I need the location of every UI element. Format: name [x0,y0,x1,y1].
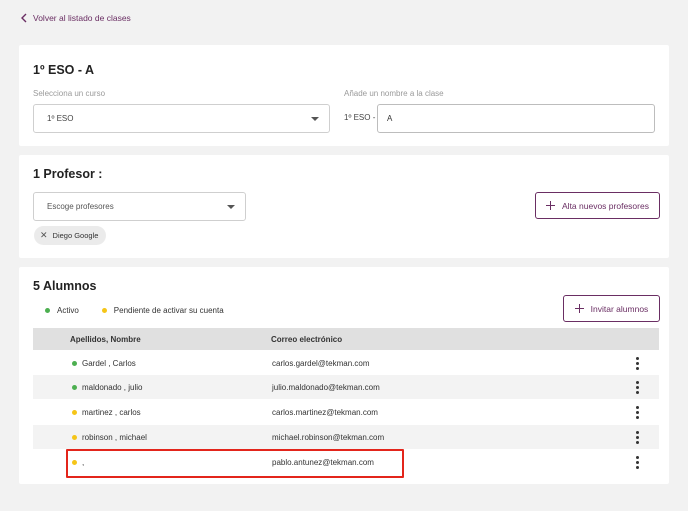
add-teachers-button[interactable]: Alta nuevos profesores [535,192,660,219]
class-name-input[interactable] [377,104,655,133]
students-title: 5 Alumnos [33,279,97,293]
add-teachers-label: Alta nuevos profesores [562,200,649,211]
students-card: 5 Alumnos Activo Pendiente de activar su… [19,267,669,484]
student-email: pablo.antunez@tekman.com [272,458,374,467]
student-email: carlos.martinez@tekman.com [272,408,378,417]
course-select-value: 1º ESO [47,114,74,123]
teachers-select[interactable]: Escoge profesores [33,192,246,221]
more-options-icon[interactable] [635,456,639,469]
course-select[interactable]: 1º ESO [33,104,330,133]
more-options-icon[interactable] [635,381,639,394]
class-name-label: Añade un nombre a la clase [344,89,444,98]
close-icon[interactable]: ✕ [40,231,48,240]
column-header-email: Correo electrónico [271,335,343,344]
class-title: 1º ESO - A [33,63,95,77]
chevron-left-icon [21,13,27,23]
back-link[interactable]: Volver al listado de clases [21,13,131,23]
teacher-chip-label: Diego Google [52,231,99,240]
student-name: , [82,458,85,467]
student-name: martinez , carlos [82,408,141,417]
student-email: carlos.gardel@tekman.com [272,359,370,368]
legend-active-dot [45,308,50,313]
student-name: Gardel , Carlos [82,359,136,368]
invite-students-label: Invitar alumnos [590,303,649,314]
student-name: maldonado , julio [82,383,143,392]
table-row: Gardel , Carlos carlos.gardel@tekman.com [33,351,659,375]
caret-down-icon [227,204,235,209]
teachers-card: 1 Profesor : Escoge profesores Alta nuev… [19,155,669,258]
status-dot [72,385,77,390]
legend-pending-label: Pendiente de activar su cuenta [113,306,224,315]
student-name: robinson , michael [82,433,147,442]
status-dot [72,435,77,440]
students-table-header: Apellidos, Nombre Correo electrónico [33,328,659,350]
teachers-title: 1 Profesor : [33,167,103,181]
student-email: julio.maldonado@tekman.com [272,383,380,392]
student-email: michael.robinson@tekman.com [272,433,385,442]
column-header-name: Apellidos, Nombre [70,335,141,344]
back-link-label: Volver al listado de clases [33,13,131,23]
table-row: martinez , carlos carlos.martinez@tekman… [33,400,659,424]
course-label: Selecciona un curso [33,89,106,98]
class-name-prefix: 1º ESO - [344,113,376,122]
teachers-select-placeholder: Escoge profesores [47,202,114,211]
more-options-icon[interactable] [635,406,639,419]
status-dot [72,361,77,366]
invite-students-button[interactable]: Invitar alumnos [563,295,660,322]
table-row: , pablo.antunez@tekman.com [33,450,659,474]
teacher-chip: ✕ Diego Google [34,226,107,245]
class-card: 1º ESO - A Selecciona un curso 1º ESO Añ… [19,45,669,146]
legend-pending-dot [101,308,107,313]
status-dot [72,460,77,465]
status-legend: Activo Pendiente de activar su cuenta [45,306,224,315]
more-options-icon[interactable] [635,357,639,370]
more-options-icon[interactable] [635,431,639,444]
status-dot [72,410,77,415]
plus-icon [546,201,556,210]
table-row: robinson , michael michael.robinson@tekm… [33,425,659,449]
plus-icon [574,304,584,313]
table-row: maldonado , julio julio.maldonado@tekman… [33,375,659,399]
caret-down-icon [311,116,319,121]
legend-active-label: Activo [57,306,79,315]
